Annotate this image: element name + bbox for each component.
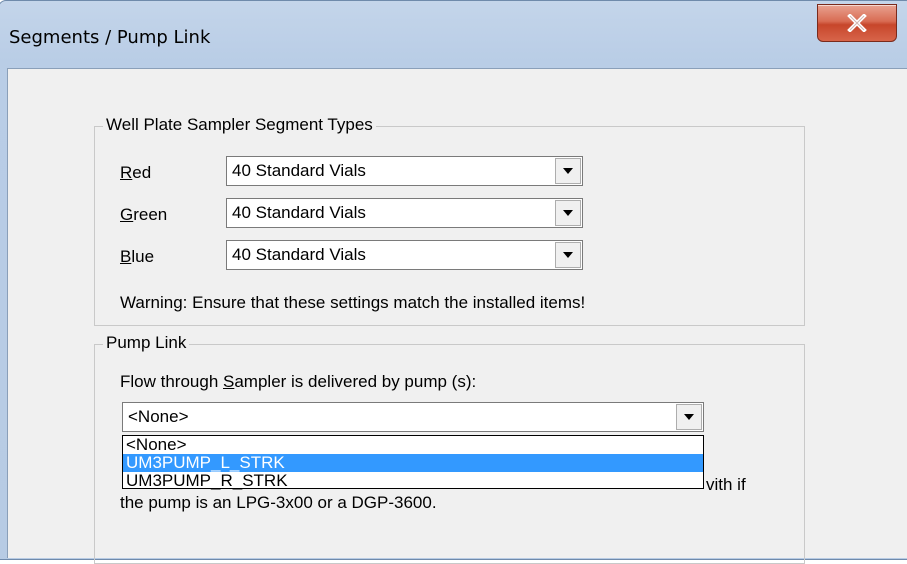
obscured-text-tail: vith if (706, 475, 746, 494)
chevron-down-icon (563, 168, 573, 174)
chevron-down-icon (563, 252, 573, 258)
warning-text: Warning: Ensure that these settings matc… (120, 293, 586, 312)
pump-dropdown-list[interactable]: <None> UM3PUMP_L_STRK UM3PUMP_R_STRK (122, 435, 704, 490)
red-dropdown-button[interactable] (555, 158, 581, 184)
pump-select-value: <None> (128, 407, 189, 426)
pump-select[interactable]: <None> (122, 402, 704, 432)
green-segment-select[interactable]: 40 Standard Vials (226, 198, 583, 228)
green-label: Green (120, 205, 168, 224)
segment-types-group-title: Well Plate Sampler Segment Types (103, 115, 376, 135)
pump-dropdown-button[interactable] (676, 404, 702, 430)
dropdown-option-um3pump-l-strk[interactable]: UM3PUMP_L_STRK (123, 454, 703, 472)
dropdown-option-um3pump-r-strk[interactable]: UM3PUMP_R_STRK (123, 472, 703, 490)
obscured-text-line2: the pump is an LPG-3x00 or a DGP-3600. (120, 493, 437, 512)
close-button[interactable] (817, 4, 897, 42)
pump-prompt-label: Flow through Sampler is delivered by pum… (120, 372, 477, 391)
window-title: Segments / Pump Link (9, 27, 211, 48)
red-segment-value: 40 Standard Vials (232, 161, 366, 180)
blue-dropdown-button[interactable] (555, 242, 581, 268)
green-dropdown-button[interactable] (555, 200, 581, 226)
chevron-down-icon (684, 414, 694, 420)
blue-label: Blue (120, 247, 155, 266)
dropdown-option-none[interactable]: <None> (123, 436, 703, 454)
blue-segment-select[interactable]: 40 Standard Vials (226, 240, 583, 270)
chevron-down-icon (563, 210, 573, 216)
green-segment-value: 40 Standard Vials (232, 203, 366, 222)
red-label: Red (120, 163, 152, 182)
close-icon (847, 14, 867, 32)
pump-link-group-title: Pump Link (103, 333, 190, 353)
blue-segment-value: 40 Standard Vials (232, 245, 366, 264)
red-segment-select[interactable]: 40 Standard Vials (226, 156, 583, 186)
